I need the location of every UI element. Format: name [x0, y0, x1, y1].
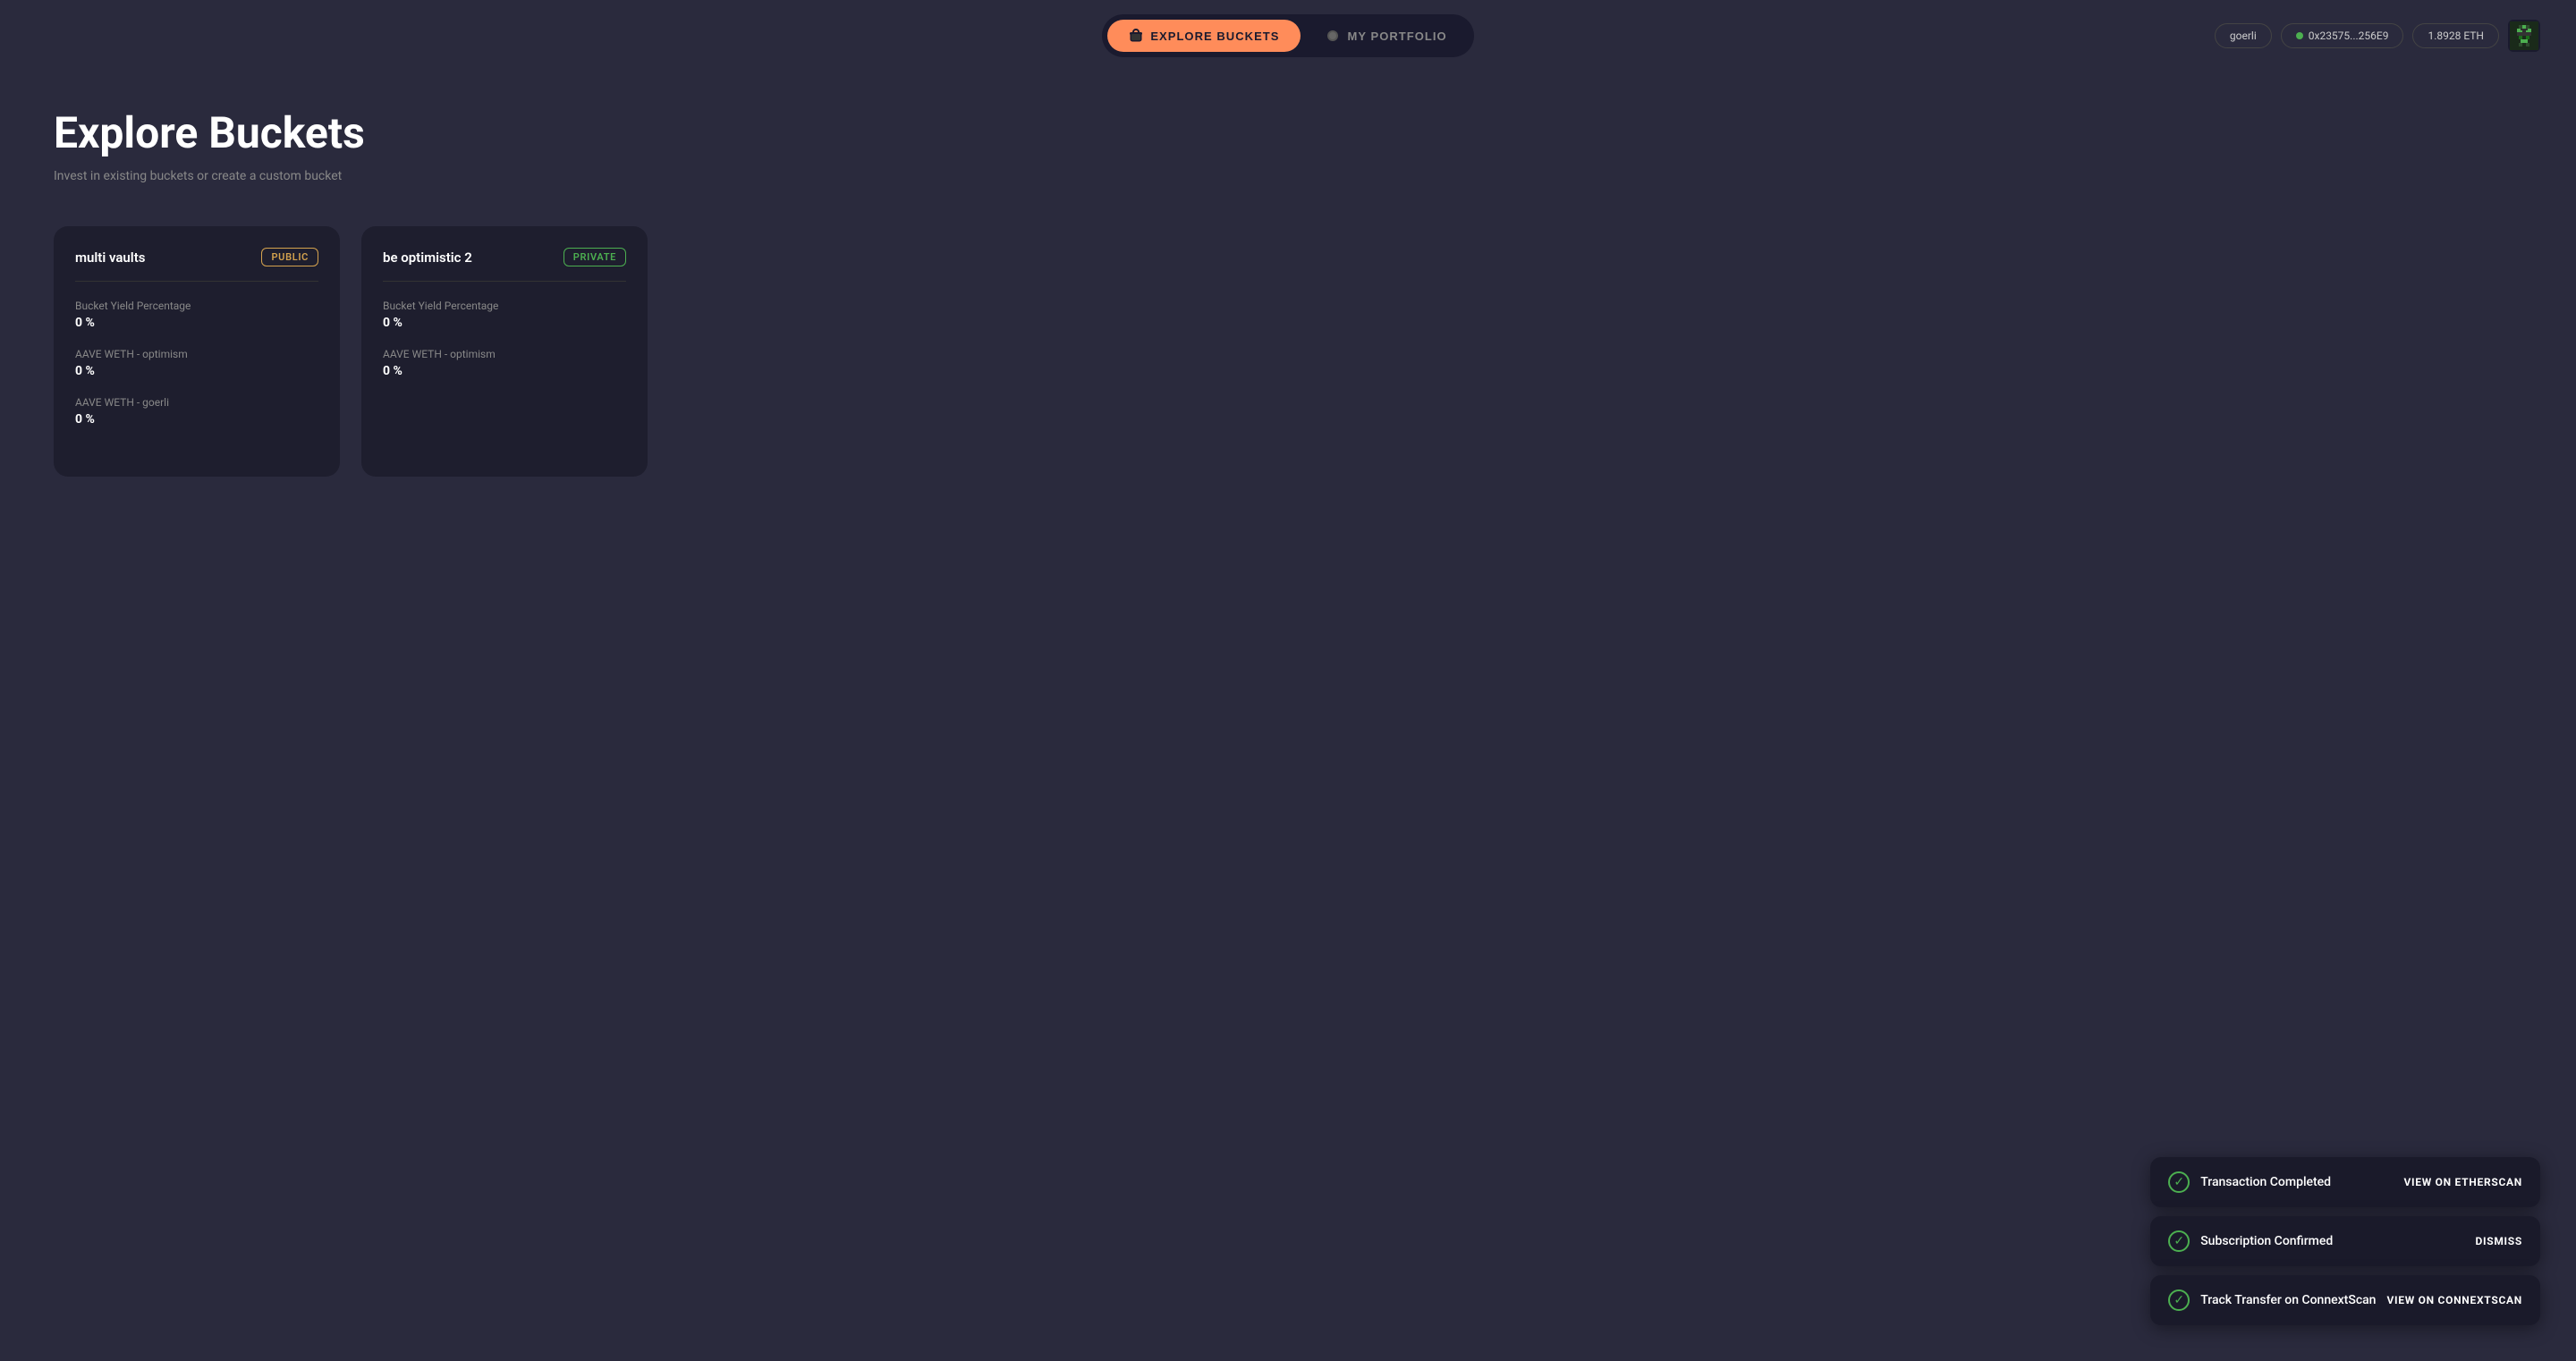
card-stat: Bucket Yield Percentage 0 % — [383, 300, 626, 330]
toast-success-icon: ✓ — [2168, 1230, 2190, 1252]
main-content: Explore Buckets Invest in existing bucke… — [0, 72, 2576, 512]
card-badge: PUBLIC — [261, 248, 318, 266]
toast-text: Subscription Confirmed — [2200, 1234, 2464, 1248]
stat-label: Bucket Yield Percentage — [383, 300, 626, 312]
toast-container: ✓ Transaction Completed VIEW ON ETHERSCA… — [2150, 1157, 2540, 1325]
card-header: multi vaults PUBLIC — [75, 248, 318, 282]
bucket-icon — [1129, 29, 1143, 43]
stat-value: 0 % — [75, 364, 318, 378]
explore-buckets-button[interactable]: EXPLORE BUCKETS — [1107, 20, 1301, 52]
nav-pill: EXPLORE BUCKETS MY PORTFOLIO — [1102, 14, 1473, 57]
avatar-icon — [2510, 21, 2538, 50]
stat-label: AAVE WETH - optimism — [75, 348, 318, 360]
card-title: multi vaults — [75, 249, 145, 266]
toast-text: Transaction Completed — [2200, 1175, 2393, 1189]
page-title: Explore Buckets — [54, 107, 2522, 158]
card-multi-vaults[interactable]: multi vaults PUBLIC Bucket Yield Percent… — [54, 226, 340, 477]
stat-value: 0 % — [383, 364, 626, 378]
toast-success-icon: ✓ — [2168, 1289, 2190, 1311]
toast-transaction-completed: ✓ Transaction Completed VIEW ON ETHERSCA… — [2150, 1157, 2540, 1207]
header-right: goerli 0x23575...256E9 1.8928 ETH — [2215, 20, 2540, 52]
card-stat: Bucket Yield Percentage 0 % — [75, 300, 318, 330]
card-stat: AAVE WETH - optimism 0 % — [75, 348, 318, 378]
stat-value: 0 % — [383, 316, 626, 330]
network-label: goerli — [2230, 30, 2257, 42]
stat-label: AAVE WETH - optimism — [383, 348, 626, 360]
card-header: be optimistic 2 PRIVATE — [383, 248, 626, 282]
stat-label: AAVE WETH - goerli — [75, 396, 318, 409]
stat-label: Bucket Yield Percentage — [75, 300, 318, 312]
portfolio-label: MY PORTFOLIO — [1347, 30, 1446, 43]
my-portfolio-button[interactable]: MY PORTFOLIO — [1304, 20, 1468, 52]
cards-grid: multi vaults PUBLIC Bucket Yield Percent… — [54, 226, 2522, 477]
card-be-optimistic-2[interactable]: be optimistic 2 PRIVATE Bucket Yield Per… — [361, 226, 648, 477]
toast-subscription-confirmed: ✓ Subscription Confirmed DISMISS — [2150, 1216, 2540, 1266]
card-stat: AAVE WETH - optimism 0 % — [383, 348, 626, 378]
user-avatar[interactable] — [2508, 20, 2540, 52]
explore-label: EXPLORE BUCKETS — [1150, 30, 1279, 43]
address-badge[interactable]: 0x23575...256E9 — [2281, 23, 2404, 48]
card-stat: AAVE WETH - goerli 0 % — [75, 396, 318, 427]
address-label: 0x23575...256E9 — [2309, 30, 2389, 42]
stat-value: 0 % — [75, 412, 318, 427]
network-status-dot — [2296, 32, 2303, 39]
card-badge: PRIVATE — [564, 248, 626, 266]
header: EXPLORE BUCKETS MY PORTFOLIO goerli 0x23… — [0, 0, 2576, 72]
toast-action-button[interactable]: VIEW ON CONNEXTSCAN — [2386, 1294, 2522, 1306]
stat-value: 0 % — [75, 316, 318, 330]
eth-balance-badge: 1.8928 ETH — [2412, 23, 2499, 48]
portfolio-icon — [1326, 29, 1340, 43]
page-subtitle: Invest in existing buckets or create a c… — [54, 169, 2522, 183]
toast-track-transfer: ✓ Track Transfer on ConnextScan VIEW ON … — [2150, 1275, 2540, 1325]
toast-action-button[interactable]: VIEW ON ETHERSCAN — [2403, 1176, 2522, 1188]
eth-balance-label: 1.8928 ETH — [2428, 30, 2484, 42]
network-badge[interactable]: goerli — [2215, 23, 2272, 48]
toast-text: Track Transfer on ConnextScan — [2200, 1293, 2376, 1307]
toast-action-button[interactable]: DISMISS — [2475, 1235, 2522, 1247]
toast-success-icon: ✓ — [2168, 1171, 2190, 1193]
card-title: be optimistic 2 — [383, 249, 472, 266]
